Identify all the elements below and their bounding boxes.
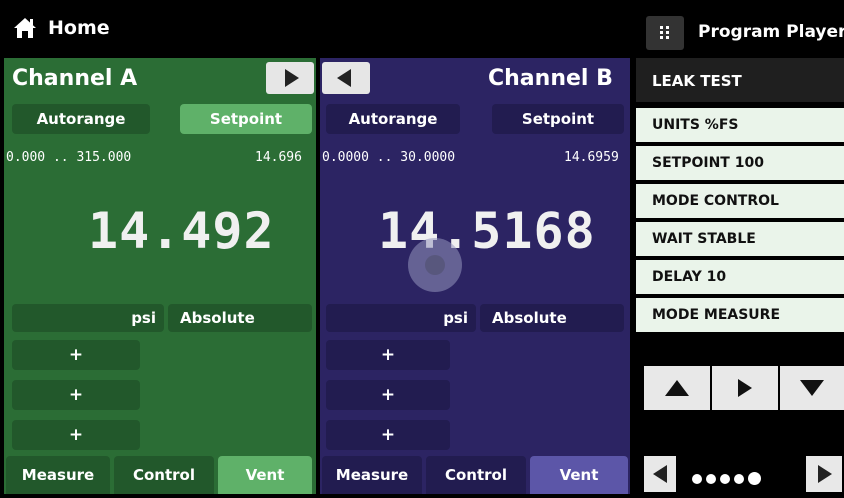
channel-a-autorange-button[interactable]: Autorange [12, 104, 150, 134]
home-icon[interactable] [12, 16, 38, 40]
play-icon [738, 379, 752, 397]
channel-b-tab-measure[interactable]: Measure [322, 456, 422, 494]
channel-a-plus-button-1[interactable]: + [12, 340, 140, 370]
channel-b-title: Channel B [488, 66, 613, 91]
chevron-right-icon [818, 465, 832, 483]
page-dot [692, 474, 702, 484]
triangle-up-icon [665, 380, 689, 396]
channel-b-plus-button-3[interactable]: + [326, 420, 450, 450]
page-prev-button[interactable] [644, 456, 676, 492]
channel-a-title: Channel A [12, 66, 138, 91]
program-player-title: Program Player [698, 22, 844, 42]
program-steps-list: UNITS %FS SETPOINT 100 MODE CONTROL WAIT… [636, 108, 844, 336]
channel-a-next-button[interactable] [266, 62, 314, 94]
grid-icon [660, 26, 669, 39]
step-up-button[interactable] [644, 366, 710, 410]
triangle-down-icon [800, 380, 824, 396]
channel-b-autorange-button[interactable]: Autorange [326, 104, 460, 134]
program-step[interactable]: MODE MEASURE [636, 298, 844, 336]
channel-a-setpoint-button[interactable]: Setpoint [180, 104, 312, 134]
channel-b-setpoint-button[interactable]: Setpoint [492, 104, 624, 134]
program-step[interactable]: MODE CONTROL [636, 184, 844, 222]
program-step[interactable]: SETPOINT 100 [636, 146, 844, 184]
channel-a-plus-button-3[interactable]: + [12, 420, 140, 450]
channel-a-range: 0.000 .. 315.000 [6, 150, 132, 165]
channel-a-plus-button-2[interactable]: + [12, 380, 140, 410]
page-indicator [692, 469, 772, 485]
play-button[interactable] [712, 366, 778, 410]
program-player-menu-button[interactable] [646, 16, 684, 50]
channel-a-tab-vent[interactable]: Vent [218, 456, 312, 494]
home-label[interactable]: Home [48, 17, 110, 39]
program-step[interactable]: UNITS %FS [636, 108, 844, 146]
channel-b-plus-button-1[interactable]: + [326, 340, 450, 370]
channel-b-range: 0.0000 .. 30.0000 [322, 150, 456, 165]
channel-a-reading[interactable]: 14.492 [88, 202, 275, 260]
chevron-left-icon [337, 69, 351, 87]
channel-a-mode-button[interactable]: Absolute [168, 304, 312, 332]
page-dot-active [748, 472, 761, 485]
channel-b-tab-vent[interactable]: Vent [530, 456, 628, 494]
channel-a-unit-button[interactable]: psi [12, 304, 164, 332]
channel-a-setpoint-value: 14.696 [255, 150, 302, 165]
page-dot [734, 474, 744, 484]
channel-a-tab-control[interactable]: Control [114, 456, 214, 494]
step-down-button[interactable] [780, 366, 844, 410]
channel-b-plus-button-2[interactable]: + [326, 380, 450, 410]
program-name: LEAK TEST [636, 58, 844, 102]
channel-b-tab-control[interactable]: Control [426, 456, 526, 494]
channel-a-tab-measure[interactable]: Measure [6, 456, 110, 494]
program-step[interactable]: WAIT STABLE [636, 222, 844, 260]
program-step[interactable]: DELAY 10 [636, 260, 844, 298]
chevron-left-icon [653, 465, 667, 483]
page-next-button[interactable] [806, 456, 842, 492]
channel-b-mode-button[interactable]: Absolute [480, 304, 624, 332]
channel-b-prev-button[interactable] [322, 62, 370, 94]
channel-b-setpoint-value: 14.6959 [564, 150, 619, 165]
touch-indicator [408, 238, 462, 292]
page-dot [720, 474, 730, 484]
page-dot [706, 474, 716, 484]
channel-b-unit-button[interactable]: psi [326, 304, 476, 332]
chevron-right-icon [285, 69, 299, 87]
